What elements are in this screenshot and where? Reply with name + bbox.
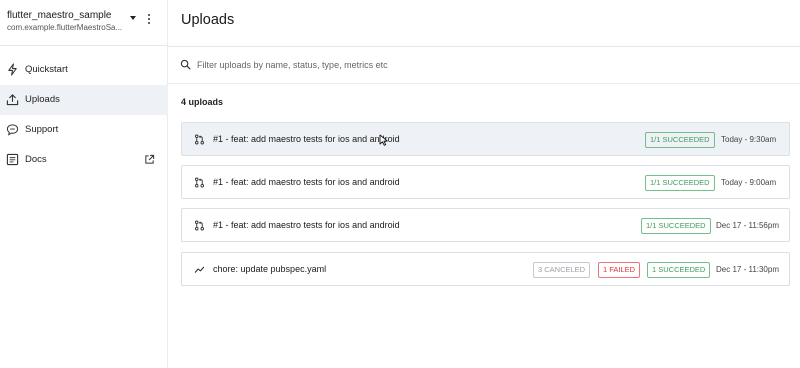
upload-row[interactable]: #1 - feat: add maestro tests for ios and…	[181, 165, 790, 199]
pull-request-icon	[195, 177, 204, 188]
external-link-icon[interactable]	[144, 154, 155, 165]
lightning-icon	[8, 63, 17, 76]
sidebar-item-uploads[interactable]: Uploads	[0, 85, 168, 115]
status-badge-succeeded: 1/1 SUCCEEDED	[645, 175, 715, 191]
app-selector[interactable]: flutter_maestro_sample com.example.flutt…	[0, 0, 168, 46]
upload-icon	[6, 94, 19, 106]
status-badge-succeeded: 1/1 SUCCEEDED	[641, 218, 711, 234]
divider	[168, 46, 800, 47]
document-icon	[6, 153, 19, 166]
more-options-icon[interactable]	[145, 13, 153, 27]
upload-title: #1 - feat: add maestro tests for ios and…	[213, 220, 400, 230]
upload-title: #1 - feat: add maestro tests for ios and…	[213, 134, 400, 144]
status-badge-canceled: 3 CANCELED	[533, 262, 591, 278]
upload-title: chore: update pubspec.yaml	[213, 264, 327, 274]
mouse-cursor-icon	[379, 134, 388, 146]
status-badge-succeeded: 1/1 SUCCEEDED	[645, 132, 715, 148]
status-badge-failed: 1 FAILED	[598, 262, 641, 278]
upload-row[interactable]: #1 - feat: add maestro tests for ios and…	[181, 122, 790, 156]
pull-request-icon	[195, 134, 204, 145]
search-icon	[180, 59, 191, 70]
app-id: com.example.flutterMaestroSa...	[7, 23, 123, 32]
pull-request-icon	[195, 220, 204, 231]
upload-date: Dec 17 - 11:56pm	[716, 221, 779, 230]
upload-date: Dec 17 - 11:30pm	[716, 265, 779, 274]
uploads-count: 4 uploads	[181, 97, 224, 107]
sidebar-item-docs[interactable]: Docs	[0, 145, 168, 175]
sidebar-item-label: Docs	[25, 154, 47, 165]
sidebar-item-quickstart[interactable]: Quickstart	[0, 55, 168, 85]
search-input[interactable]	[197, 57, 597, 73]
sidebar-item-label: Quickstart	[25, 64, 68, 75]
upload-row[interactable]: #1 - feat: add maestro tests for ios and…	[181, 208, 790, 242]
sidebar: flutter_maestro_sample com.example.flutt…	[0, 0, 168, 368]
upload-row[interactable]: chore: update pubspec.yaml 3 CANCELED 1 …	[181, 252, 790, 286]
sidebar-item-label: Support	[25, 124, 59, 135]
divider	[168, 83, 800, 84]
sidebar-item-label: Uploads	[25, 94, 60, 105]
trend-icon	[194, 266, 205, 273]
upload-title: #1 - feat: add maestro tests for ios and…	[213, 177, 400, 187]
sidebar-item-support[interactable]: Support	[0, 115, 168, 145]
chat-bubble-icon	[6, 124, 19, 136]
chevron-down-icon[interactable]	[130, 16, 136, 20]
upload-date: Today - 9:30am	[721, 135, 777, 144]
app-name: flutter_maestro_sample	[7, 10, 112, 21]
status-badge-succeeded: 1 SUCCEEDED	[647, 262, 711, 278]
page-title: Uploads	[181, 12, 235, 28]
upload-date: Today - 9:00am	[721, 178, 777, 187]
